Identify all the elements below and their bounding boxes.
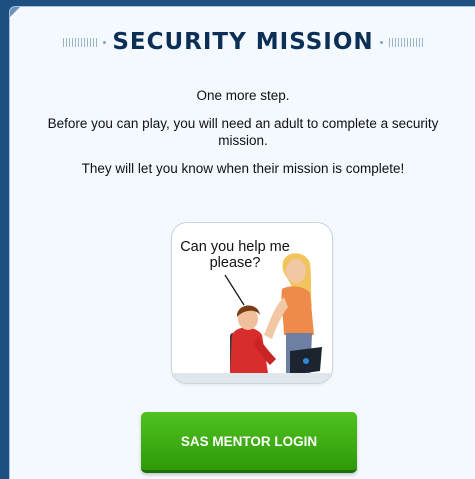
sas-mentor-login-button[interactable]: SAS MENTOR LOGIN: [141, 412, 357, 473]
header-divider-right: [388, 37, 423, 47]
header-dot-right: [379, 40, 383, 44]
intro-text: One more step.: [196, 88, 290, 103]
header-dot-left: [103, 40, 107, 44]
instructions: One more step. Before you can play, you …: [10, 87, 475, 177]
speech-bubble-text: Can you help me please?: [180, 239, 290, 271]
panel-header: SECURITY MISSION: [10, 27, 475, 57]
security-mission-panel: SECURITY MISSION One more step. Before y…: [9, 6, 475, 479]
page-title: SECURITY MISSION: [112, 29, 374, 55]
header-divider-left: [63, 37, 98, 47]
mission-complete-text: They will let you know when their missio…: [81, 161, 405, 176]
help-illustration: Can you help me please?: [171, 222, 333, 384]
adult-required-text: Before you can play, you will need an ad…: [47, 116, 439, 148]
